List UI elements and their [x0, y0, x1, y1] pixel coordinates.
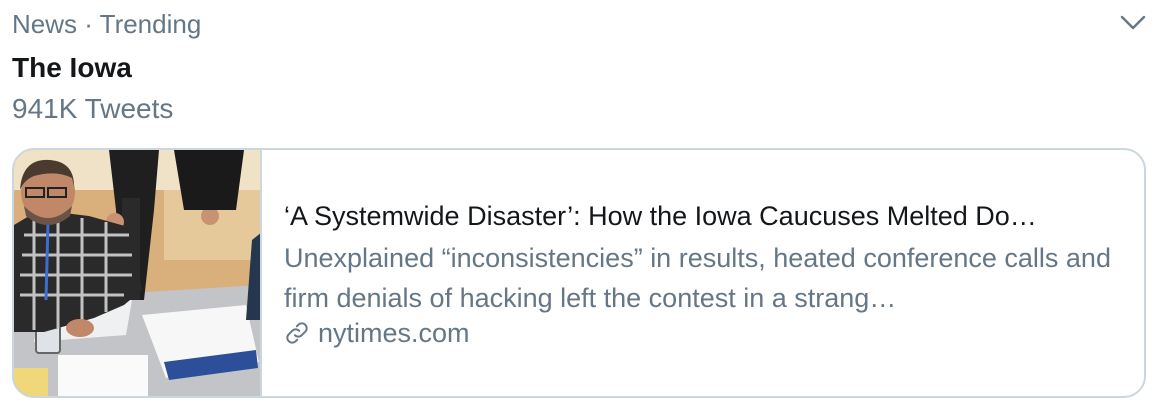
trend-title[interactable]: The Iowa	[12, 51, 132, 85]
tweet-count: 941K Tweets	[12, 93, 174, 124]
trend-category: News · Trending	[12, 9, 202, 39]
article-thumbnail	[14, 150, 262, 396]
link-icon	[284, 320, 310, 346]
article-domain[interactable]: nytimes.com	[284, 316, 470, 350]
article-description: Unexplained “inconsistencies” in results…	[284, 243, 1111, 313]
article-headline[interactable]: ‘A Systemwide Disaster’: How the Iowa Ca…	[284, 199, 1136, 233]
domain-label: nytimes.com	[318, 318, 470, 348]
chevron-down-icon[interactable]	[1120, 14, 1146, 32]
link-card[interactable]: ‘A Systemwide Disaster’: How the Iowa Ca…	[12, 148, 1146, 398]
